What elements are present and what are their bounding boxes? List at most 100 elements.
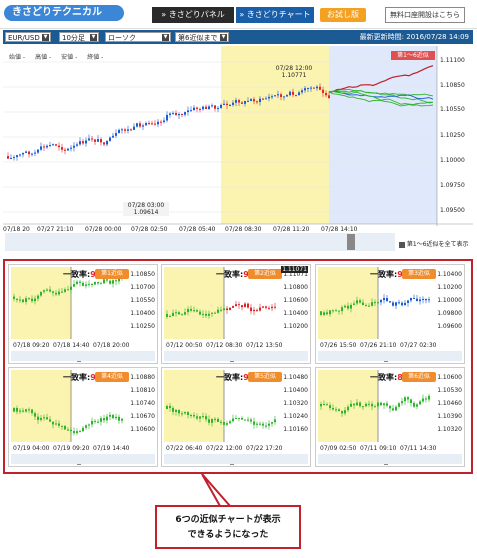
y-tick: 1.09600 — [437, 323, 462, 330]
candle-body — [151, 123, 153, 125]
candle-body — [265, 306, 267, 308]
candle-body — [404, 397, 406, 402]
x-tick: 07/28 02:50 — [131, 226, 168, 233]
approximation-panel-5[interactable]: 一致率:90.35%第5近似1.104801.104001.103201.102… — [161, 367, 311, 467]
candle-body — [124, 129, 126, 131]
callout-line-1: 6つの近似チャートが表示 — [175, 515, 281, 525]
candle-body — [214, 312, 216, 314]
approximation-panel-1[interactable]: 一致率:95.12%第1近似1.108501.107001.105501.104… — [8, 264, 158, 364]
annotation-low-value: 1.09614 — [133, 209, 159, 216]
tab-kisadori-chart[interactable]: » きさどりチャート — [236, 7, 314, 23]
candle-body — [211, 418, 213, 423]
annotation-low: 07/28 03:00 1.09614 — [123, 202, 169, 216]
candle-body — [193, 107, 195, 111]
mini-scrollbar[interactable] — [164, 351, 308, 361]
y-tick: 1.10200 — [437, 284, 462, 291]
candle-body — [422, 298, 424, 300]
candle-body — [235, 304, 237, 307]
candle-body — [395, 302, 397, 306]
candle-body — [178, 312, 180, 315]
candle-body — [356, 402, 358, 406]
match-rate-label: 一致率: — [63, 270, 91, 279]
candle-body — [274, 419, 276, 423]
currency-pair-select[interactable]: EUR/USD ▼ — [5, 32, 51, 42]
x-tick: 07/19 14:40 — [93, 445, 130, 452]
candle-body — [253, 309, 255, 312]
candle-body — [259, 423, 261, 425]
approximation-panel-2[interactable]: 一致率:93.31%第2近似1.110711.108001.106001.104… — [161, 264, 311, 364]
mini-scrollbar[interactable] — [11, 454, 155, 464]
candle-body — [103, 418, 105, 421]
candle-body — [416, 404, 418, 407]
trial-button[interactable]: お試し版 — [320, 8, 366, 22]
candle-body — [395, 406, 397, 411]
candle-body — [109, 414, 111, 417]
candle-body — [241, 417, 243, 420]
callout-pointer — [201, 474, 233, 507]
candle-body — [238, 100, 240, 103]
x-tick: 07/26 21:10 — [360, 342, 397, 349]
candle-body — [181, 314, 183, 316]
x-tick: 07/12 13:50 — [246, 342, 283, 349]
approximation-select[interactable]: 第6近似まで ▼ — [175, 32, 229, 42]
candle-body — [196, 416, 198, 419]
candle-body — [169, 316, 171, 318]
show-all-button[interactable]: 第1～6近似を全て表示 — [399, 240, 471, 250]
x-tick: 07/22 06:40 — [166, 445, 203, 452]
candle-body — [223, 308, 225, 311]
candle-body — [202, 106, 204, 110]
approximation-panel-3[interactable]: 一致率:92.77%第3近似1.104001.102001.100001.098… — [315, 264, 465, 364]
mini-scrollbar[interactable] — [318, 351, 462, 361]
approximation-panel-4[interactable]: 一致率:92.19%第4近似1.108801.108101.107401.106… — [8, 367, 158, 467]
chevron-down-icon: ▼ — [90, 34, 97, 41]
candle-body — [166, 313, 168, 317]
candle-body — [362, 302, 364, 306]
candle-body — [199, 311, 201, 315]
interval-select[interactable]: 10分足 ▼ — [59, 32, 99, 42]
chart-type-select[interactable]: ローソク ▼ — [105, 32, 171, 42]
approximation-badge: 第3近似 — [402, 269, 436, 279]
candle-body — [91, 420, 93, 425]
open-account-button[interactable]: 無料口座開設はこちら — [385, 7, 465, 23]
candle-body — [25, 298, 27, 303]
tab-kisadori-panel[interactable]: » きさどりパネル — [152, 7, 234, 23]
candle-body — [28, 151, 30, 155]
candle-body — [268, 423, 270, 426]
y-tick: 1.10600 — [283, 297, 308, 304]
y-tick: 1.10400 — [283, 387, 308, 394]
main-price-chart[interactable]: 始値 - 高値 - 安値 - 終値 - 第1～6近似 07/28 12:00 1… — [3, 44, 473, 254]
candle-body — [235, 418, 237, 420]
x-tick: 07/12 00:50 — [166, 342, 203, 349]
candle-body — [190, 110, 192, 112]
candle-body — [422, 398, 424, 402]
y-tick: 1.10320 — [437, 426, 462, 433]
candle-body — [304, 88, 306, 91]
candle-body — [416, 298, 418, 302]
candle-body — [208, 106, 210, 110]
candle-body — [365, 403, 367, 407]
x-tick: 07/26 15:50 — [320, 342, 357, 349]
candle-body — [31, 153, 33, 155]
candle-body — [37, 149, 39, 153]
candle-body — [211, 105, 213, 107]
candle-body — [166, 405, 168, 409]
candle-body — [202, 416, 204, 418]
mini-scrollbar[interactable] — [318, 454, 462, 464]
candle-body — [181, 113, 183, 115]
candle-body — [205, 106, 207, 110]
x-tick: 07/22 12:00 — [206, 445, 243, 452]
candle-body — [106, 416, 108, 421]
approximation-value: 第6近似まで — [178, 34, 218, 42]
candle-body — [178, 113, 180, 116]
history-band — [11, 370, 71, 442]
candle-body — [43, 290, 45, 292]
main-chart-svg — [3, 44, 473, 254]
candle-body — [82, 141, 84, 144]
candle-body — [410, 399, 412, 404]
y-tick: 1.10400 — [283, 310, 308, 317]
mini-scrollbar[interactable] — [164, 454, 308, 464]
candle-body — [160, 121, 162, 123]
mini-scrollbar[interactable] — [11, 351, 155, 361]
approximation-panel-6[interactable]: 一致率:88.60%第6近似1.106001.105301.104601.103… — [315, 367, 465, 467]
candle-body — [226, 308, 228, 311]
